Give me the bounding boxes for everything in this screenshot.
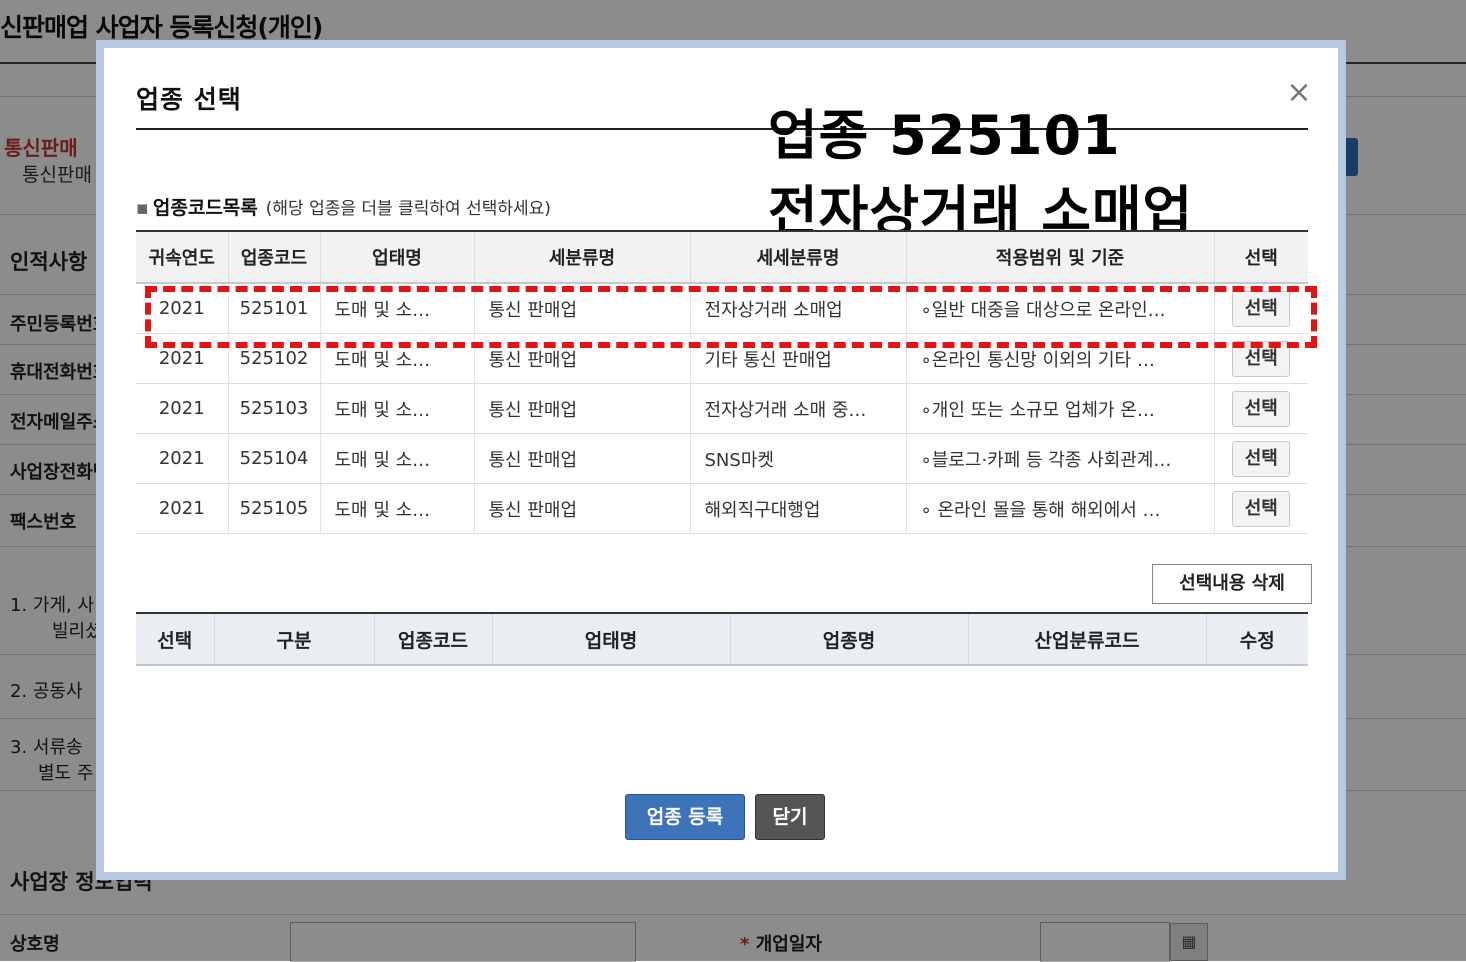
close-button[interactable]: 닫기 xyxy=(755,794,825,840)
col-sub-class: 세분류명 xyxy=(473,230,690,284)
sel-col-biz-type: 업태명 xyxy=(491,612,730,666)
cell-sub-class: 통신 판매업 xyxy=(473,433,690,484)
selected-header-row: 선택 구분 업종코드 업태명 업종명 산업분류코드 수정 xyxy=(136,612,1308,666)
cell-scope: ∘ 온라인 몰을 통해 해외에서 … xyxy=(905,483,1214,534)
sel-col-industry-name: 업종명 xyxy=(729,612,968,666)
cell-scope: ∘블로그·카페 등 각종 사회관계… xyxy=(905,433,1214,484)
cell-code: 525105 xyxy=(227,483,320,534)
annotation-callout: 업종 525101 전자상거래 소매업 xyxy=(768,98,1193,250)
sel-col-edit: 수정 xyxy=(1205,612,1308,666)
industry-code-table: 귀속연도 업종코드 업태명 세분류명 세세분류명 적용범위 및 기준 선택 20… xyxy=(136,230,1308,534)
cell-detail-class: 전자상거래 소매 중… xyxy=(689,383,906,434)
col-year: 귀속연도 xyxy=(136,230,228,284)
cell-detail-class: 해외직구대행업 xyxy=(689,483,906,534)
close-icon[interactable]: × xyxy=(1284,78,1314,108)
cell-code: 525103 xyxy=(227,383,320,434)
register-industry-button[interactable]: 업종 등록 xyxy=(625,794,745,840)
table-row[interactable]: 2021 525104 도매 및 소… 통신 판매업 SNS마켓 ∘블로그·카페… xyxy=(136,433,1308,484)
cell-biz-type: 도매 및 소… xyxy=(319,433,474,484)
modal-title: 업종 선택 xyxy=(136,85,242,114)
col-scope: 적용범위 및 기준 xyxy=(905,230,1214,284)
select-button[interactable]: 선택 xyxy=(1232,490,1291,527)
list-hint: (해당 업종을 더블 클릭하여 선택하세요) xyxy=(265,199,551,219)
cell-year: 2021 xyxy=(136,383,228,434)
sel-col-code: 업종코드 xyxy=(373,612,492,666)
col-code: 업종코드 xyxy=(227,230,320,284)
callout-line-1: 업종 525101 xyxy=(768,104,1121,167)
select-button[interactable]: 선택 xyxy=(1232,440,1291,477)
cell-year: 2021 xyxy=(136,433,228,484)
industry-select-modal: 업종 선택 × 업종 525101 전자상거래 소매업 ▪ 업종코드목록 (해당 업… xyxy=(96,40,1346,880)
cell-select: 선택 xyxy=(1213,483,1308,534)
sel-col-select: 선택 xyxy=(136,612,214,666)
table-header-row: 귀속연도 업종코드 업태명 세분류명 세세분류명 적용범위 및 기준 선택 xyxy=(136,230,1308,284)
sel-col-category: 구분 xyxy=(213,612,374,666)
list-subtitle: ▪ 업종코드목록 (해당 업종을 더블 클릭하여 선택하세요) xyxy=(136,193,551,220)
col-detail-class: 세세분류명 xyxy=(689,230,906,284)
cell-biz-type: 도매 및 소… xyxy=(319,383,474,434)
col-biz-type: 업태명 xyxy=(319,230,474,284)
selected-industry-table: 선택 구분 업종코드 업태명 업종명 산업분류코드 수정 xyxy=(136,612,1308,666)
col-select: 선택 xyxy=(1213,230,1308,284)
cell-code: 525104 xyxy=(227,433,320,484)
cell-select: 선택 xyxy=(1213,383,1308,434)
table-row[interactable]: 2021 525103 도매 및 소… 통신 판매업 전자상거래 소매 중… ∘… xyxy=(136,383,1308,434)
list-title: 업종코드목록 xyxy=(152,197,258,219)
bullet-icon: ▪ xyxy=(136,197,149,219)
highlight-annotation-box xyxy=(145,286,1317,348)
cell-detail-class: SNS마켓 xyxy=(689,433,906,484)
cell-year: 2021 xyxy=(136,483,228,534)
cell-biz-type: 도매 및 소… xyxy=(319,483,474,534)
cell-sub-class: 통신 판매업 xyxy=(473,483,690,534)
sel-col-class-code: 산업분류코드 xyxy=(967,612,1206,666)
table-row[interactable]: 2021 525105 도매 및 소… 통신 판매업 해외직구대행업 ∘ 온라인… xyxy=(136,483,1308,534)
delete-selection-button[interactable]: 선택내용 삭제 xyxy=(1152,564,1312,604)
cell-scope: ∘개인 또는 소규모 업체가 온… xyxy=(905,383,1214,434)
select-button[interactable]: 선택 xyxy=(1232,390,1291,427)
cell-select: 선택 xyxy=(1213,433,1308,484)
cell-sub-class: 통신 판매업 xyxy=(473,383,690,434)
